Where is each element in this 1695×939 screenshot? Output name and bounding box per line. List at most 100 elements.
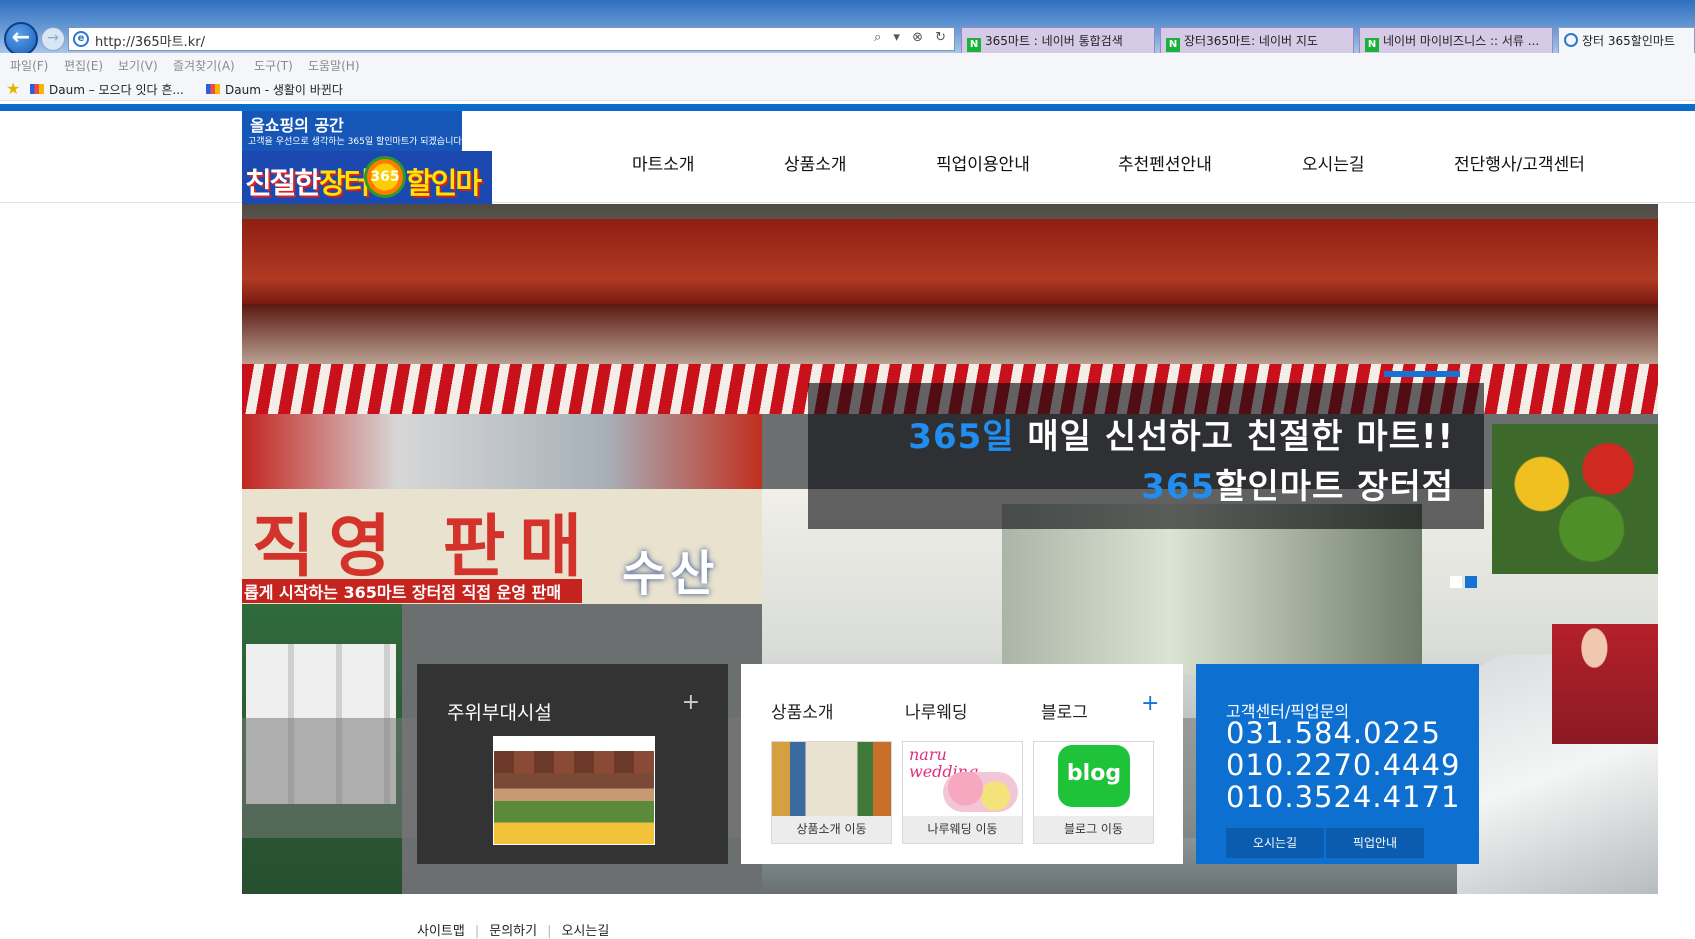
products-link-caption: 상품소개 이동: [772, 816, 891, 843]
phone-number: 010.2270.4449: [1226, 748, 1461, 782]
products-thumbnail: [772, 742, 891, 816]
daum-icon: [30, 84, 44, 94]
naver-icon: N: [967, 38, 981, 52]
hero-banner-subtext: 롭게 시작하는 365마트 장터점 직접 운영 판매: [242, 579, 582, 603]
favorite-link[interactable]: Daum - 생활이 바뀐다: [206, 81, 343, 98]
hero-banner-seafood: 수산: [622, 546, 719, 602]
links-more-plus-icon[interactable]: +: [1141, 691, 1159, 716]
daum-icon: [206, 84, 220, 94]
site-logo[interactable]: 올쇼핑의 공간 고객을 우선으로 생각하는 365일 할인마트가 되겠습니다 친…: [242, 111, 492, 242]
blog-link-caption: 블로그 이동: [1034, 816, 1153, 843]
menu-view[interactable]: 보기(V): [118, 57, 158, 74]
wedding-thumbnail: naru wedding: [903, 742, 1022, 816]
hero-caption-text: 매일 신선하고 친절한 마트!!: [1014, 417, 1454, 457]
tab-label: 365마트 : 네이버 통합검색: [985, 34, 1123, 48]
footer-sitemap-link[interactable]: 사이트맵: [417, 924, 465, 939]
browser-tab[interactable]: N 365마트 : 네이버 통합검색: [961, 27, 1155, 53]
footer-directions-link[interactable]: 오시는길: [561, 924, 609, 939]
blog-link-card[interactable]: blog 블로그 이동: [1033, 741, 1154, 844]
logo-slogan-title: 올쇼핑의 공간: [250, 116, 344, 135]
tab-label: 장터 365할인마트: [1582, 34, 1675, 48]
blog-thumbnail: blog: [1034, 742, 1153, 816]
wedding-link-card[interactable]: naru wedding 나루웨딩 이동: [902, 741, 1023, 844]
hero-caption: 365일 매일 신선하고 친절한 마트!! 365할인마트 장터점: [808, 371, 1484, 529]
hero-caption-accent: [1384, 371, 1460, 377]
logo-word-market: 장터: [319, 166, 370, 200]
browser-tab-active[interactable]: 장터 365할인마트: [1558, 27, 1695, 53]
address-bar[interactable]: e http://365마트.kr/ ⌕ ▾ ⊗ ↻: [68, 27, 955, 51]
ie-page-icon: e: [73, 31, 89, 47]
hero-caption-highlight: 365일: [908, 417, 1015, 457]
favorite-label: Daum – 모으다 잇다 흔...: [49, 83, 184, 97]
footer-links: 사이트맵 | 문의하기 | 오시는길: [417, 920, 619, 939]
facilities-photo[interactable]: [493, 736, 655, 845]
slider-dot-active[interactable]: [1465, 576, 1477, 588]
logo-wordmark: 친절한 장터 365 할인마트: [242, 151, 492, 242]
favorites-star-icon[interactable]: ★: [6, 79, 20, 98]
links-box: 상품소개 나루웨딩 블로그 + 상품소개 이동 naru wedding 나루웨…: [741, 664, 1183, 864]
browser-tab[interactable]: N 네이버 마이비즈니스 :: 서류 ...: [1359, 27, 1553, 53]
menu-bar: 파일(F) 편집(E) 보기(V) 즐겨찾기(A) 도구(T) 도움말(H): [0, 53, 1695, 76]
products-link-card[interactable]: 상품소개 이동: [771, 741, 892, 844]
hero-red-roof: [242, 219, 1658, 304]
hero-caption-text: 할인마트 장터점: [1215, 467, 1454, 507]
browser-tab[interactable]: N 장터365마트: 네이버 지도: [1160, 27, 1354, 53]
footer-inquiry-link[interactable]: 문의하기: [489, 924, 537, 939]
customer-center-box: 고객센터/픽업문의 031.584.0225 010.2270.4449 010…: [1196, 664, 1479, 864]
forward-button[interactable]: →: [41, 27, 65, 51]
hero-caption-highlight: 365: [1141, 467, 1216, 507]
wedding-flower-image: [943, 772, 1018, 812]
pickup-guide-button[interactable]: 픽업안내: [1326, 828, 1424, 858]
nav-directions[interactable]: 오시는길: [1302, 150, 1365, 175]
naver-icon: N: [1166, 38, 1180, 52]
tab-label: 장터365마트: 네이버 지도: [1184, 34, 1318, 48]
hero-banner-text: 직영 판매: [252, 508, 596, 587]
ie-tab-icon: [1564, 33, 1578, 47]
menu-edit[interactable]: 편집(E): [64, 57, 103, 74]
facilities-box: 주위부대시설 +: [417, 664, 728, 864]
site-top-accent-line: [0, 104, 1695, 111]
links-tab-blog[interactable]: 블로그: [1041, 698, 1088, 723]
menu-help[interactable]: 도움말(H): [308, 57, 360, 74]
menu-favorites[interactable]: 즐겨찾기(A): [173, 57, 235, 74]
nav-flyer-customer-center[interactable]: 전단행사/고객센터: [1454, 150, 1585, 175]
hero-fish-banner: [242, 414, 762, 489]
hero-slider-dots: [1450, 573, 1480, 592]
favorite-label: Daum - 생활이 바뀐다: [225, 83, 343, 97]
nav-pickup-guide[interactable]: 픽업이용안내: [936, 150, 1030, 175]
blog-icon: blog: [1058, 745, 1130, 807]
directions-button[interactable]: 오시는길: [1226, 828, 1324, 858]
hero-store-banner: 직영 판매 롭게 시작하는 365마트 장터점 직접 운영 판매 수산: [242, 489, 762, 604]
footer-separator: |: [547, 924, 552, 939]
phone-number: 031.584.0225: [1226, 716, 1441, 750]
hero-caption-line1: 365일 매일 신선하고 친절한 마트!!: [908, 409, 1454, 458]
hero-caption-line2: 365할인마트 장터점: [1141, 459, 1454, 508]
tab-label: 네이버 마이비즈니스 :: 서류 ...: [1383, 34, 1540, 48]
favorite-link[interactable]: Daum – 모으다 잇다 흔...: [30, 81, 184, 98]
hero-shoppers: [1552, 624, 1658, 744]
logo-slogan-sub: 고객을 우선으로 생각하는 365일 할인마트가 되겠습니다: [248, 137, 462, 147]
back-button[interactable]: ←: [4, 22, 38, 56]
hero-store-interior: [1002, 504, 1422, 674]
footer-separator: |: [474, 924, 480, 939]
naver-icon: N: [1365, 38, 1379, 52]
menu-tools[interactable]: 도구(T): [254, 57, 293, 74]
browser-titlebar: ← → e http://365마트.kr/ ⌕ ▾ ⊗ ↻ N 365마트 : …: [0, 0, 1695, 56]
wedding-link-caption: 나루웨딩 이동: [903, 816, 1022, 843]
facilities-more-plus-icon[interactable]: +: [682, 690, 700, 715]
favorites-bar: ★ Daum – 모으다 잇다 흔... Daum - 생활이 바뀐다: [0, 76, 1695, 101]
logo-slogan-box: 올쇼핑의 공간 고객을 우선으로 생각하는 365일 할인마트가 되겠습니다: [242, 111, 462, 151]
address-url[interactable]: http://365마트.kr/: [95, 31, 205, 50]
links-tab-naru-wedding[interactable]: 나루웨딩: [905, 698, 968, 723]
facilities-photo-roof: [494, 751, 654, 773]
nav-pension[interactable]: 추천펜션안내: [1118, 150, 1212, 175]
address-tools-icons[interactable]: ⌕ ▾ ⊗ ↻: [874, 30, 950, 45]
phone-number: 010.3524.4171: [1226, 780, 1461, 814]
menu-file[interactable]: 파일(F): [10, 57, 48, 74]
slider-dot[interactable]: [1450, 576, 1462, 588]
links-tab-products[interactable]: 상품소개: [771, 698, 834, 723]
logo-word-kind: 친절한: [245, 166, 321, 200]
nav-mart-intro[interactable]: 마트소개: [632, 150, 695, 175]
hero-produce-display: [1492, 424, 1658, 574]
nav-products[interactable]: 상품소개: [784, 150, 847, 175]
